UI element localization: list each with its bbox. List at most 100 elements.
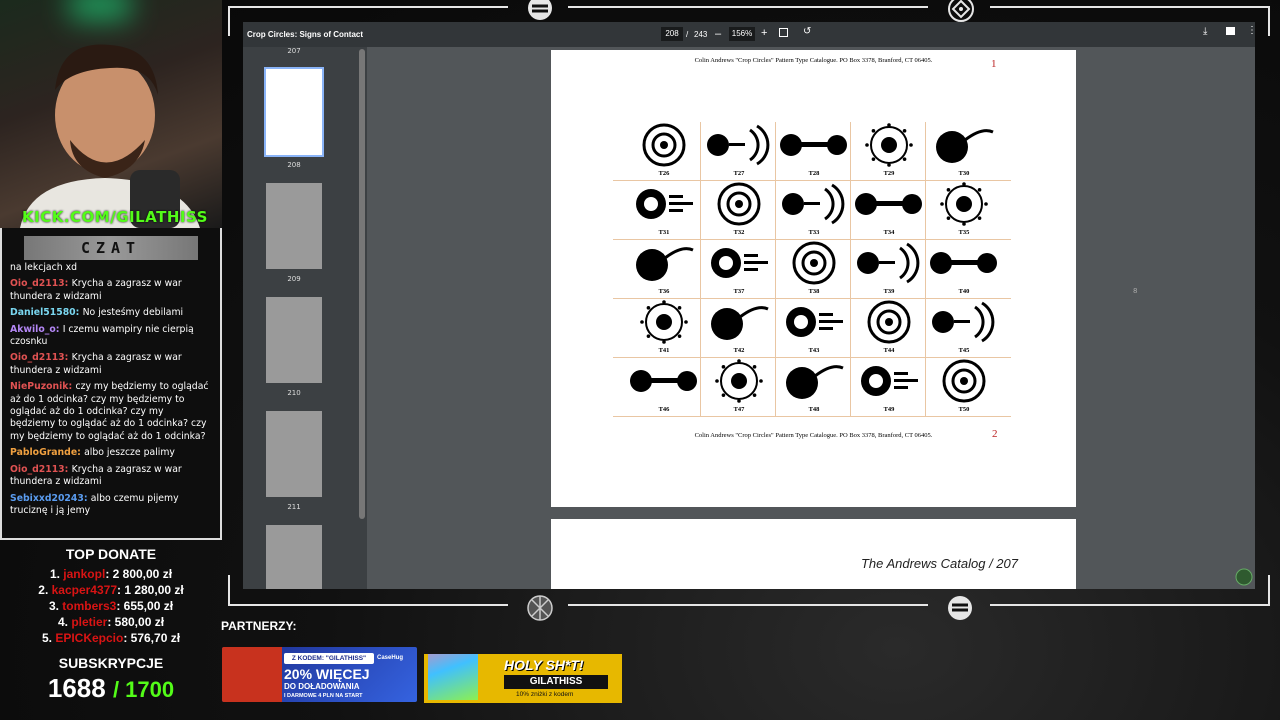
rotate-icon[interactable]: ↺ — [803, 26, 811, 37]
pattern-cell: T40 — [927, 240, 1001, 297]
globe-icon — [1235, 568, 1253, 586]
pattern-cell: T28 — [777, 122, 851, 179]
frame-corner — [228, 6, 230, 36]
pdf-toolbar: Crop Circles: Signs of Contact 208 / 243… — [243, 22, 1257, 47]
page-separator: / — [686, 30, 689, 39]
print-icon[interactable] — [1226, 27, 1235, 35]
thumbnail-label: 207 — [287, 47, 301, 55]
donation-amount: : 2 800,00 zł — [105, 567, 173, 581]
crop-circle-glyph — [932, 301, 995, 343]
pattern-label: T28 — [808, 170, 820, 177]
donation-row: 2. kacper4377: 1 280,00 zł — [0, 583, 222, 597]
frame-corner — [228, 575, 230, 605]
pdf-page: Colin Andrews "Crop Circles" Pattern Typ… — [551, 50, 1076, 507]
pattern-label: T37 — [733, 288, 745, 295]
crop-circle-glyph — [717, 182, 761, 226]
grid-line — [613, 416, 1011, 417]
thumbnail[interactable] — [266, 525, 322, 589]
frame-corner — [1268, 6, 1270, 36]
download-icon[interactable]: ⤓ — [1203, 26, 1207, 37]
crosshatch-icon — [527, 595, 553, 621]
pattern-cell: T31 — [627, 181, 701, 238]
pattern-label: T50 — [958, 406, 970, 413]
crop-circle-glyph — [782, 183, 845, 225]
chat-message: Oio_d2113: Krycha a zagrasz w war thunde… — [10, 464, 210, 489]
frame-bottom-left — [228, 604, 508, 606]
crop-circle-glyph — [855, 193, 922, 215]
target-icon — [948, 0, 974, 22]
thumbnail[interactable] — [266, 297, 322, 383]
partner-banner-casehug[interactable]: Z KODEM: "GILATHISS" CaseHug 20% WIĘCEJ … — [222, 647, 417, 702]
crop-circle-glyph — [942, 359, 986, 403]
donation-rank: 1. — [49, 567, 64, 581]
donation-row: 3. tombers3: 655,00 zł — [0, 599, 222, 613]
pattern-label: T43 — [808, 347, 820, 354]
thumbnail-sidebar: 207 208 209 210 211 — [243, 47, 357, 589]
thumbnail[interactable] — [266, 411, 322, 497]
pattern-cell: T42 — [702, 299, 776, 356]
donation-name: pletier — [71, 615, 108, 629]
pattern-cell: T36 — [627, 240, 701, 297]
donation-name: kacper4377 — [51, 583, 117, 597]
banner1-sub: DO DOŁADOWANIA — [284, 682, 360, 691]
banner2-headline: HOLY SH*T! — [504, 657, 584, 673]
banner2-small: 10% zniżki z kodem — [516, 691, 574, 698]
donation-row: 1. jankopl: 2 800,00 zł — [0, 567, 222, 581]
pattern-label: T41 — [658, 347, 670, 354]
pattern-cell: T47 — [702, 358, 776, 415]
thumbnail-label: 211 — [287, 503, 301, 511]
subs-title: SUBSKRYPCJE — [58, 655, 164, 671]
thumbnail[interactable] — [266, 183, 322, 269]
thumbnail-label: 210 — [287, 389, 301, 397]
pattern-cell: T45 — [927, 299, 1001, 356]
pattern-label: T36 — [658, 288, 670, 295]
pdf-title: Crop Circles: Signs of Contact — [247, 30, 364, 39]
chat-messages: na lekcjach xd Oio_d2113: Krycha a zagras… — [10, 262, 210, 537]
pattern-cell: T49 — [852, 358, 926, 415]
banner2-code: GILATHISS — [504, 675, 608, 689]
chat-message: Oio_d2113: Krycha a zagrasz w war thunde… — [10, 352, 210, 377]
page-header: Colin Andrews "Crop Circles" Pattern Typ… — [694, 57, 933, 64]
crop-circle-glyph — [630, 370, 697, 392]
chat-username: Daniel51580: — [10, 307, 83, 319]
pattern-label: T45 — [958, 347, 970, 354]
fit-page-icon[interactable] — [779, 28, 788, 37]
pattern-label: T48 — [808, 406, 820, 413]
page-footer-number: 2 — [992, 428, 998, 440]
chat-username: Sebixxd20243: — [10, 492, 91, 504]
chat-username: Akwilo_o: — [10, 323, 63, 335]
pattern-cell: T29 — [852, 122, 926, 179]
donation-rank: 3. — [48, 599, 63, 613]
sidebar-scrollbar[interactable] — [357, 47, 367, 589]
pattern-label: T29 — [883, 170, 895, 177]
zoom-in-button[interactable]: + — [761, 27, 767, 39]
donation-row: 4. pletier: 580,00 zł — [0, 615, 222, 629]
pattern-label: T38 — [808, 288, 820, 295]
donation-amount: : 655,00 zł — [116, 599, 174, 613]
zoom-out-button[interactable]: – — [715, 28, 721, 40]
pattern-label: T35 — [958, 229, 970, 236]
frame-top-right — [990, 6, 1270, 8]
subs-goal: / 1700 — [112, 677, 175, 702]
more-menu-icon[interactable]: ⋮ — [1247, 25, 1257, 36]
page-number-input[interactable]: 208 — [661, 27, 683, 41]
banner1-small: I DARMOWE 4 PLN NA START — [284, 693, 363, 699]
thumbnail-active[interactable] — [264, 67, 324, 157]
crop-circle-glyph — [930, 252, 997, 274]
donation-amount: : 576,70 zł — [123, 631, 181, 645]
donation-amount: : 580,00 zł — [107, 615, 165, 629]
crop-circle-glyph — [786, 307, 843, 337]
logo-icon — [528, 0, 552, 20]
next-page-header: The Andrews Catalog / 207 — [860, 556, 1018, 571]
chat-username: NiePuzonik: — [10, 381, 76, 393]
chat-message: Daniel51580: No jesteśmy debilami — [10, 307, 210, 319]
pattern-label: T32 — [733, 229, 745, 236]
partner-banner-holysht[interactable]: HOLY SH*T! GILATHISS 10% zniżki z kodem — [424, 654, 622, 703]
donation-rank: 5. — [41, 631, 56, 645]
zoom-input[interactable]: 156% — [729, 27, 755, 41]
chat-message: NiePuzonik: czy my będziemy to oglądać a… — [10, 381, 210, 443]
pattern-cell: T43 — [777, 299, 851, 356]
chat-message: na lekcjach xd — [10, 262, 210, 274]
crop-circle-glyph — [640, 300, 688, 344]
crop-circle-glyph — [711, 248, 768, 278]
